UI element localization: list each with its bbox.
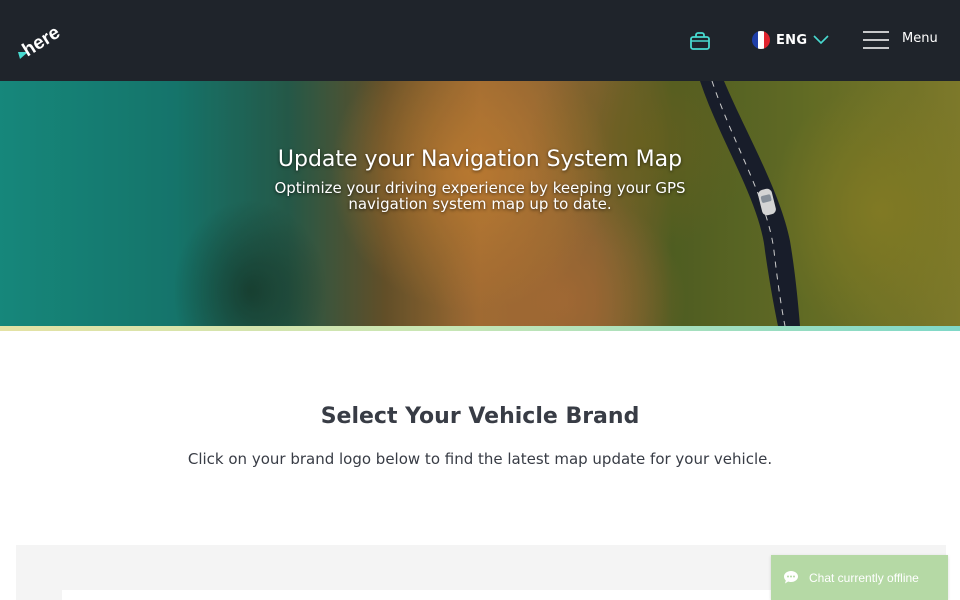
- menu-label: Menu: [902, 30, 938, 46]
- hero-title: Update your Navigation System Map: [277, 147, 683, 172]
- chat-widget-button[interactable]: Chat currently offline: [771, 555, 948, 600]
- language-label: ENG: [776, 32, 808, 48]
- hero-banner: Update your Navigation System Map Optimi…: [0, 81, 960, 326]
- chat-bubble-icon: [784, 571, 798, 584]
- language-selector[interactable]: ENG: [752, 29, 829, 51]
- chevron-down-icon: [813, 35, 829, 45]
- france-flag-icon: [752, 31, 770, 49]
- brand-card[interactable]: [62, 590, 782, 600]
- cart-button[interactable]: [686, 28, 714, 54]
- here-logo-icon: here: [18, 22, 64, 61]
- hamburger-icon: [863, 31, 889, 49]
- menu-button[interactable]: Menu: [862, 28, 938, 52]
- site-header: here ENG Menu: [0, 0, 960, 81]
- accent-divider: [0, 326, 960, 331]
- section-title: Select Your Vehicle Brand: [320, 404, 640, 429]
- shopping-bag-icon: [690, 32, 710, 50]
- chat-status-label: Chat currently offline: [809, 570, 919, 585]
- section-subtitle: Click on your brand logo below to find t…: [187, 450, 773, 468]
- logo-text: here: [19, 22, 62, 61]
- hero-subtitle: Optimize your driving experience by keep…: [274, 179, 686, 213]
- here-logo[interactable]: here: [16, 18, 64, 62]
